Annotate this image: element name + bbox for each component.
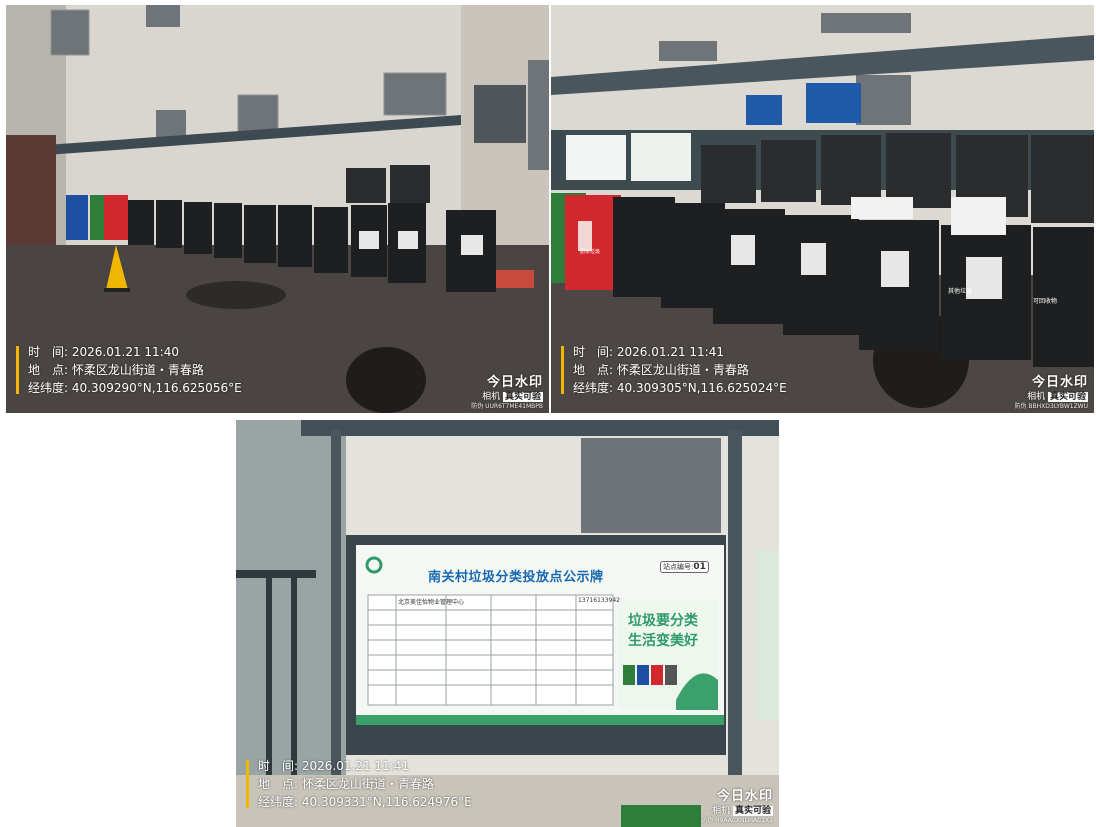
photo-2-brand: 今日水印 相机 真实可验 防伪 BBHXD3LYBW1ZWU <box>1014 375 1089 411</box>
brand-badge: 真实可验 <box>1047 392 1088 402</box>
location-label: 地 点: <box>28 363 69 377</box>
bin-label-recyclable-photo2: 可回收物 <box>1033 298 1058 305</box>
timestamp-label: 时 间: <box>573 345 614 359</box>
site-number-box: 站点编号:01 <box>660 561 709 573</box>
watermark-bar <box>246 760 249 808</box>
location-label: 地 点: <box>573 363 614 377</box>
photo-1-watermark: 时 间: 2026.01.21 11:40 地 点: 怀柔区龙山街道・青春路 经… <box>16 343 242 397</box>
timestamp: 2026.01.21 11:41 <box>301 759 409 773</box>
timestamp-label: 时 间: <box>28 345 69 359</box>
brand-title: 今日水印 <box>1031 375 1088 390</box>
board-title: 南关村垃圾分类投放点公示牌 <box>428 570 604 585</box>
brand-sub: 相机 <box>1027 392 1046 402</box>
site-number: 01 <box>693 562 706 572</box>
brand-badge: 真实可验 <box>732 806 773 816</box>
timestamp-label: 时 间: <box>258 759 299 773</box>
location: 怀柔区龙山街道・青春路 <box>71 363 204 377</box>
anti-fake-code: 防伪 BBHXD3LYBW1ZWU <box>1014 403 1089 410</box>
photo-2: 时 间: 2026.01.21 11:41 地 点: 怀柔区龙山街道・青春路 经… <box>551 5 1094 413</box>
brand-title: 今日水印 <box>486 375 543 390</box>
timestamp: 2026.01.21 11:40 <box>71 345 179 359</box>
bin-label-kitchen-photo2: 厨余垃圾 <box>580 249 601 255</box>
coords-label: 经纬度: <box>573 381 614 395</box>
brand-sub: 相机 <box>482 392 501 402</box>
photo-1-brand: 今日水印 相机 真实可验 防伪 UUR6T7ME41MBPB <box>471 375 543 411</box>
watermark-bar <box>16 346 19 394</box>
photo-2-watermark: 时 间: 2026.01.21 11:41 地 点: 怀柔区龙山街道・青春路 经… <box>561 343 787 397</box>
coords-label: 经纬度: <box>258 795 299 809</box>
coords: 40.309290°N,116.625056°E <box>71 381 242 395</box>
board-manager: 北京美佳怡物业管理中心 <box>398 599 465 606</box>
board-phone: 13716133942 <box>578 597 620 604</box>
timestamp: 2026.01.21 11:41 <box>616 345 724 359</box>
slogan-line-1: 垃圾要分类 <box>628 613 698 629</box>
brand-sub: 相机 <box>712 806 731 816</box>
coords: 40.309331°N,116.624976°E <box>301 795 472 809</box>
site-number-label: 站点编号: <box>663 563 694 571</box>
anti-fake-code: 防伪 UUR6T7ME41MBPB <box>471 403 543 410</box>
photo-3: 南关村垃圾分类投放点公示牌 站点编号:01 垃圾要分类 生活变美好 北京美佳怡物… <box>236 420 779 827</box>
location: 怀柔区龙山街道・青春路 <box>616 363 749 377</box>
anti-fake-code: 防伪 H9AACXNLMAC1X3 <box>701 817 773 824</box>
watermark-bar <box>561 346 564 394</box>
location-label: 地 点: <box>258 777 299 791</box>
brand-badge: 真实可验 <box>502 392 543 402</box>
photo-1: 时 间: 2026.01.21 11:40 地 点: 怀柔区龙山街道・青春路 经… <box>6 5 549 413</box>
photo-3-brand: 今日水印 相机 真实可验 防伪 H9AACXNLMAC1X3 <box>701 789 773 825</box>
coords: 40.309305°N,116.625024°E <box>616 381 787 395</box>
location: 怀柔区龙山街道・青春路 <box>301 777 434 791</box>
brand-title: 今日水印 <box>716 789 773 804</box>
coords-label: 经纬度: <box>28 381 69 395</box>
photo-3-watermark: 时 间: 2026.01.21 11:41 地 点: 怀柔区龙山街道・青春路 经… <box>246 757 472 811</box>
bin-label-other-photo2: 其他垃圾 <box>948 288 973 295</box>
slogan-line-2: 生活变美好 <box>628 633 698 649</box>
